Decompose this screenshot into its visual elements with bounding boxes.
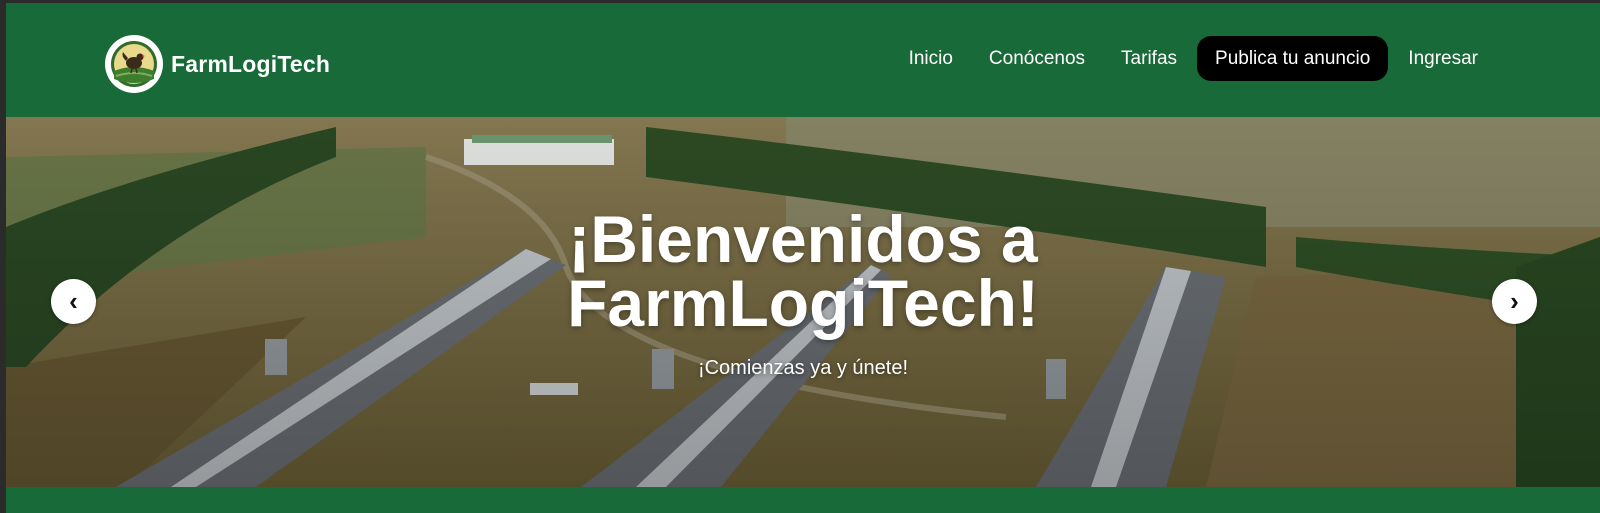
carousel-next-button[interactable]: › [1492, 279, 1537, 324]
main-nav: Inicio Conócenos Tarifas Publica tu anun… [891, 36, 1496, 81]
hero-title-line1: ¡Bienvenidos a [568, 202, 1038, 276]
hero-carousel: ¡Bienvenidos a FarmLogiTech! ¡Comienzas … [6, 117, 1600, 487]
page: FarmLogiTech Inicio Conócenos Tarifas Pu… [6, 3, 1600, 513]
publish-ad-button[interactable]: Publica tu anuncio [1197, 36, 1389, 81]
hero-title-line2: FarmLogiTech! [567, 266, 1039, 340]
carousel-prev-button[interactable]: ‹ [51, 279, 96, 324]
nav-conocenos[interactable]: Conócenos [971, 36, 1103, 81]
hero-subtitle: ¡Comienzas ya y únete! [697, 357, 909, 379]
brand-link[interactable]: FarmLogiTech [105, 34, 330, 94]
farm-hen-logo-icon [105, 35, 163, 93]
chevron-right-icon: › [1510, 286, 1519, 316]
section-strip [6, 487, 1600, 513]
nav-inicio[interactable]: Inicio [891, 36, 971, 81]
site-header: FarmLogiTech Inicio Conócenos Tarifas Pu… [6, 3, 1600, 117]
hero-text: ¡Bienvenidos a FarmLogiTech! ¡Comienzas … [6, 206, 1600, 380]
brand-name: FarmLogiTech [171, 50, 331, 77]
hero-title: ¡Bienvenidos a FarmLogiTech! [6, 206, 1600, 336]
nav-tarifas[interactable]: Tarifas [1103, 36, 1195, 81]
nav-ingresar[interactable]: Ingresar [1390, 36, 1496, 81]
chevron-left-icon: ‹ [69, 286, 78, 316]
